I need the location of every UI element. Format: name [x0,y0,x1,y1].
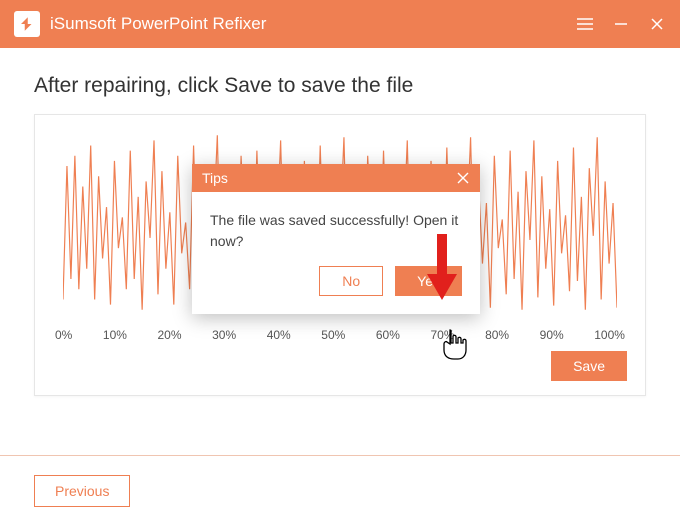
dialog-close-icon[interactable] [456,171,470,185]
minimize-icon[interactable] [612,15,630,33]
close-icon[interactable] [648,15,666,33]
app-title: iSumsoft PowerPoint Refixer [50,14,576,34]
axis-tick: 100% [594,328,625,342]
titlebar: iSumsoft PowerPoint Refixer [0,0,680,48]
axis-tick: 20% [158,328,182,342]
axis-tick: 90% [540,328,564,342]
page-heading: After repairing, click Save to save the … [34,74,646,98]
save-button[interactable]: Save [551,351,627,381]
dialog-message: The file was saved successfully! Open it… [192,192,480,266]
no-button[interactable]: No [319,266,383,296]
axis-tick: 50% [321,328,345,342]
axis-tick: 60% [376,328,400,342]
app-logo-icon [14,11,40,37]
previous-button[interactable]: Previous [34,475,130,507]
dialog-title: Tips [202,170,228,186]
axis-tick: 10% [103,328,127,342]
footer: Previous [0,456,680,525]
axis-tick: 70% [430,328,454,342]
axis-tick: 0% [55,328,72,342]
axis-tick: 80% [485,328,509,342]
x-axis-labels: 0% 10% 20% 30% 40% 50% 60% 70% 80% 90% 1… [53,328,627,342]
dialog-header: Tips [192,164,480,192]
tips-dialog: Tips The file was saved successfully! Op… [192,164,480,314]
axis-tick: 30% [212,328,236,342]
axis-tick: 40% [267,328,291,342]
yes-button[interactable]: Yes [395,266,462,296]
menu-icon[interactable] [576,15,594,33]
